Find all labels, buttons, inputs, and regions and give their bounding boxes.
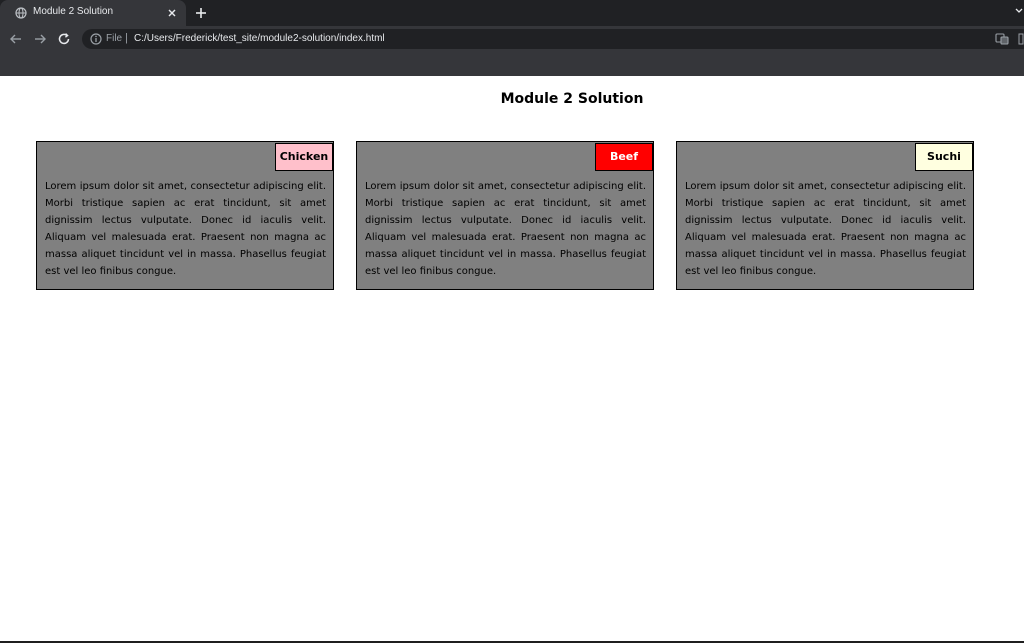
globe-icon: [15, 7, 27, 19]
bookmarks-bar: [0, 52, 1024, 76]
card-chicken: Chicken Lorem ipsum dolor sit amet, cons…: [36, 141, 334, 290]
url-scheme-label: File: [106, 33, 123, 44]
card-body-text: Lorem ipsum dolor sit amet, consectetur …: [685, 181, 966, 277]
chevron-down-icon[interactable]: [1014, 6, 1024, 16]
toolbar-overflow-icon[interactable]: [1018, 32, 1024, 46]
card-beef: Beef Lorem ipsum dolor sit amet, consect…: [356, 141, 654, 290]
tab-active[interactable]: Module 2 Solution: [0, 0, 186, 26]
close-icon[interactable]: [166, 7, 178, 19]
arrow-right-icon[interactable]: [33, 32, 47, 46]
card-label-beef: Beef: [595, 143, 653, 171]
arrow-left-icon[interactable]: [9, 32, 23, 46]
translate-icon[interactable]: [995, 32, 1009, 46]
url-separator: |: [125, 32, 128, 44]
plus-icon[interactable]: [194, 6, 208, 20]
card-label-chicken: Chicken: [275, 143, 333, 171]
page-title: Module 2 Solution: [500, 91, 644, 107]
card-body-text: Lorem ipsum dolor sit amet, consectetur …: [45, 181, 326, 277]
info-icon[interactable]: [90, 33, 102, 45]
card-suchi: Suchi Lorem ipsum dolor sit amet, consec…: [676, 141, 974, 290]
url-text[interactable]: C:/Users/Frederick/test_site/module2-sol…: [134, 33, 385, 44]
card-body-text: Lorem ipsum dolor sit amet, consectetur …: [365, 181, 646, 277]
tab-strip: Module 2 Solution: [0, 0, 1024, 26]
reload-icon[interactable]: [57, 32, 71, 46]
card-label-suchi: Suchi: [915, 143, 973, 171]
tab-title: Module 2 Solution: [33, 6, 114, 17]
